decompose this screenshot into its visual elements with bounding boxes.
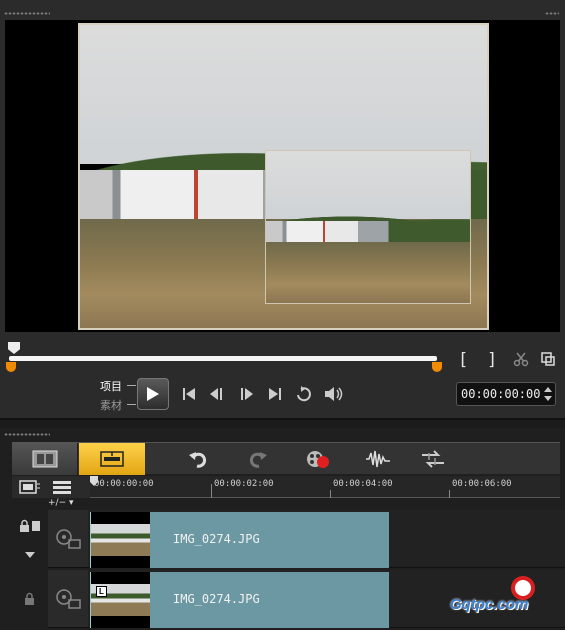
track-header — [12, 570, 48, 628]
timecode-field[interactable]: 00:00:00:00 — [456, 382, 556, 406]
time-ruler[interactable]: 00:00:00:00 00:00:02:00 00:00:04:00 00:0… — [90, 476, 560, 498]
zoom-control[interactable]: +/− ▾ — [48, 498, 88, 510]
skip-start-icon — [183, 388, 195, 400]
overlay-reel-icon — [56, 588, 81, 609]
clip-name: IMG_0274.JPG — [173, 592, 260, 606]
next-frame-button[interactable] — [235, 384, 257, 404]
redo-button[interactable] — [245, 447, 271, 471]
enlarge-icon[interactable] — [537, 348, 559, 370]
record-capture-button[interactable] — [305, 447, 331, 471]
mark-in-button[interactable]: [ — [458, 350, 468, 370]
volume-button[interactable] — [323, 384, 345, 404]
lock-icon[interactable] — [24, 592, 36, 606]
redo-icon — [249, 452, 267, 468]
lock-icon[interactable] — [19, 519, 41, 533]
trim-end-marker[interactable] — [432, 362, 442, 372]
skip-end-icon — [269, 388, 281, 400]
auto-music-button[interactable] — [420, 447, 446, 471]
timeline-toolbar — [12, 442, 560, 475]
clip-thumbnail: L — [91, 572, 150, 628]
track-manager-icon[interactable] — [19, 476, 41, 498]
ruler-label: 00:00:04:00 — [333, 479, 393, 489]
go-to-end-button[interactable] — [264, 384, 286, 404]
track-header — [12, 510, 48, 568]
trim-start-marker[interactable] — [6, 362, 16, 372]
ruler-area: 00:00:00:00 00:00:02:00 00:00:04:00 00:0… — [12, 476, 560, 498]
panel-grip-right[interactable] — [545, 12, 559, 15]
go-to-start-button[interactable] — [178, 384, 200, 404]
mark-out-button[interactable]: ] — [487, 350, 497, 370]
chapter-menu-icon[interactable] — [51, 476, 73, 498]
step-forward-icon — [241, 388, 253, 400]
clip-name: IMG_0274.JPG — [173, 532, 260, 546]
repeat-icon — [297, 386, 311, 402]
play-button[interactable] — [137, 378, 169, 410]
overlay-badge-icon: L — [96, 586, 107, 597]
ruler-label: 00:00:02:00 — [214, 479, 274, 489]
repeat-button[interactable] — [293, 384, 315, 404]
timecode-value: 00:00:00:00 — [461, 387, 541, 401]
track-type-column — [48, 510, 88, 568]
preview-frame — [78, 23, 489, 330]
speaker-icon — [325, 387, 343, 401]
undo-button[interactable] — [185, 447, 211, 471]
clip-thumbnail — [91, 512, 150, 568]
auto-music-icon — [422, 450, 444, 468]
audio-wave-icon — [366, 450, 390, 468]
play-icon — [147, 387, 159, 401]
scissors-icon[interactable] — [510, 348, 532, 370]
preview-window — [5, 20, 560, 332]
panel-grip[interactable] — [4, 12, 50, 15]
audio-mixer-button[interactable] — [365, 447, 391, 471]
timecode-spinner[interactable] — [543, 385, 553, 403]
mode-clip[interactable]: 素材 — [100, 397, 122, 413]
clip[interactable]: IMG_0274.JPG — [90, 512, 389, 568]
player-panel: [ ] 项目 素材 00:00:00:00 — [0, 0, 565, 420]
step-back-icon — [210, 388, 222, 400]
scrub-track[interactable] — [9, 356, 437, 361]
video-reel-icon — [56, 528, 81, 549]
record-icon — [307, 451, 329, 468]
track-lane[interactable]: IMG_0274.JPG — [88, 510, 565, 568]
ruler-label: 00:00:06:00 — [452, 479, 512, 489]
ruler-label: 00:00:00:00 — [94, 479, 154, 489]
clip[interactable]: L IMG_0274.JPG — [90, 572, 389, 628]
overlay-picture[interactable] — [265, 150, 471, 304]
scrub-handle[interactable] — [8, 342, 20, 354]
transport-controls: 项目 素材 00:00:00:00 — [0, 375, 565, 415]
storyboard-view-button[interactable] — [12, 443, 78, 475]
previous-frame-button[interactable] — [206, 384, 228, 404]
undo-icon — [189, 452, 207, 468]
panel-grip[interactable] — [4, 433, 50, 436]
video-track: IMG_0274.JPG — [0, 510, 565, 568]
mode-project[interactable]: 项目 — [100, 378, 122, 394]
timeline-view-icon — [100, 451, 124, 467]
timeline-view-button[interactable] — [79, 443, 145, 475]
filmstrip-icon — [32, 450, 57, 468]
scrubber[interactable]: [ ] — [5, 338, 560, 378]
collapse-arrow-icon[interactable] — [24, 551, 36, 559]
track-type-column — [48, 570, 88, 628]
watermark-text: Gqtpc.com — [450, 596, 529, 613]
